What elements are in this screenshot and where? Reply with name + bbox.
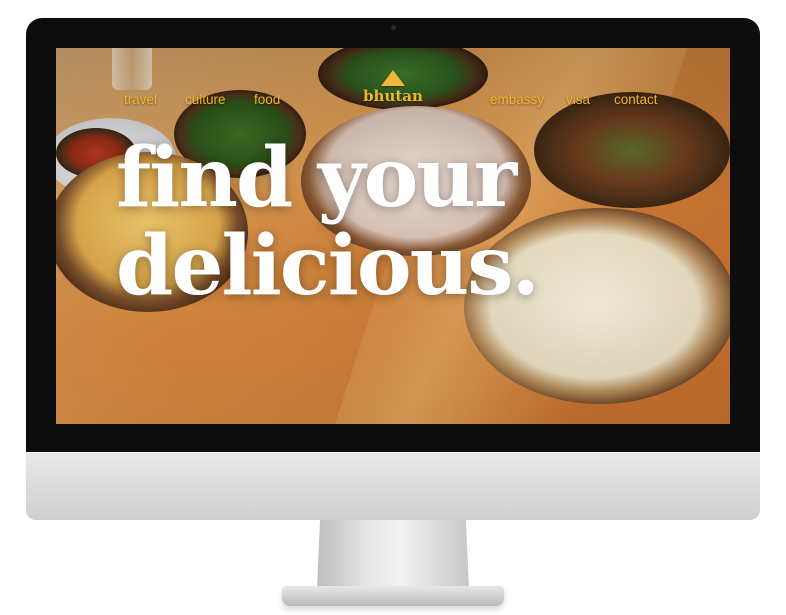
logo-text: bhutan (363, 87, 423, 105)
nav-embassy[interactable]: embassy (490, 92, 544, 107)
nav-visa[interactable]: visa (566, 92, 590, 107)
hero-headline: find your delicious. (116, 130, 540, 314)
nav-travel[interactable]: travel (124, 92, 157, 107)
monitor-chin (26, 452, 760, 520)
website-screen: travel culture food bhutan embassy visa … (56, 48, 730, 424)
hero-line-1: find your (116, 130, 517, 226)
mountain-triangle-icon (381, 70, 405, 86)
nav-culture[interactable]: culture (185, 92, 226, 107)
camera-dot (391, 25, 396, 30)
hero-line-2: delicious. (116, 218, 540, 314)
monitor-stand-foot (282, 586, 504, 606)
site-logo[interactable]: bhutan (359, 70, 427, 108)
nav-food[interactable]: food (254, 92, 280, 107)
monitor-stand-neck (317, 520, 469, 590)
nav-contact[interactable]: contact (614, 92, 658, 107)
